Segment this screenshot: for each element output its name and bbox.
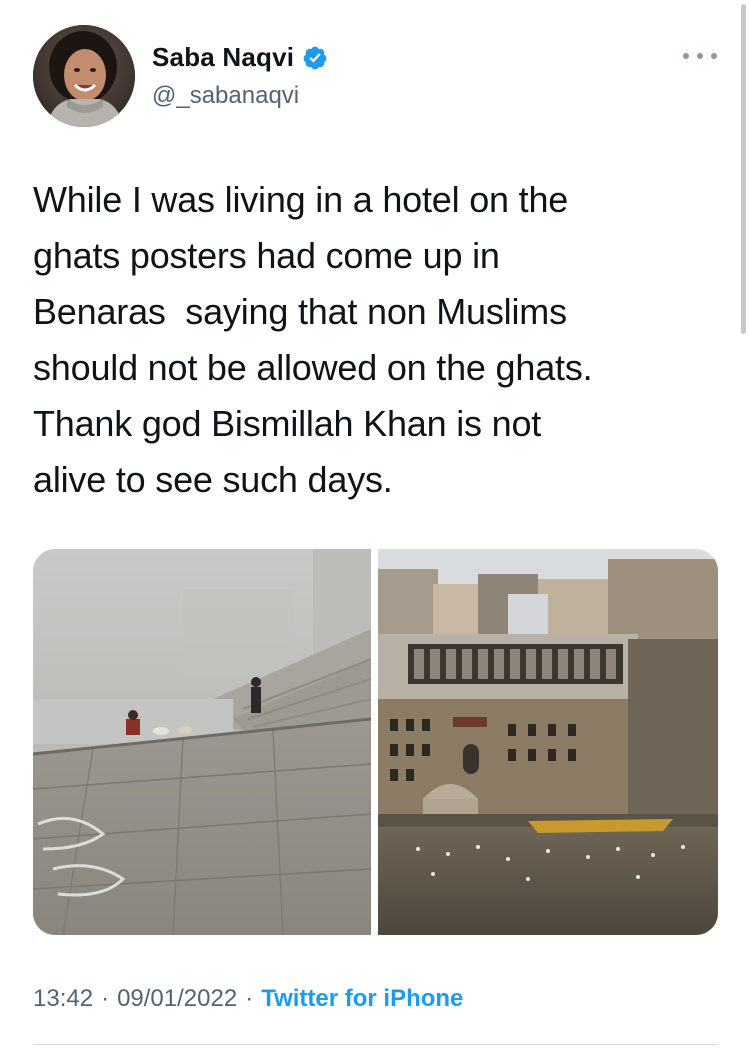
author-handle[interactable]: @_sabanaqvi [152,82,299,110]
media-photo-1[interactable] [33,549,371,935]
author-name-row[interactable]: Saba Naqvi [152,42,328,73]
tweet-text: While I was living in a hotel on the gha… [33,179,593,500]
tweet-time[interactable]: 13:42 [33,985,93,1013]
dot-icon [711,53,717,59]
tweet-source-link[interactable]: Twitter for iPhone [261,985,463,1013]
media-grid [33,549,718,935]
meta-separator: · [101,985,110,1012]
avatar[interactable] [33,25,135,127]
tweet-meta: 13:42 · 09/01/2022 · Twitter for iPhone [33,985,463,1013]
tweet-date[interactable]: 09/01/2022 [117,985,237,1013]
tweet-card: Saba Naqvi @_sabanaqvi While I was livin… [0,0,750,1052]
more-horizontal-icon[interactable] [683,48,717,64]
media-photo-2[interactable] [378,549,718,935]
dot-icon [697,53,703,59]
verified-badge-icon [302,45,328,71]
dot-icon [683,53,689,59]
scrollbar[interactable] [741,4,746,334]
meta-separator: · [245,985,254,1012]
divider [33,1044,718,1045]
display-name[interactable]: Saba Naqvi [152,42,294,73]
